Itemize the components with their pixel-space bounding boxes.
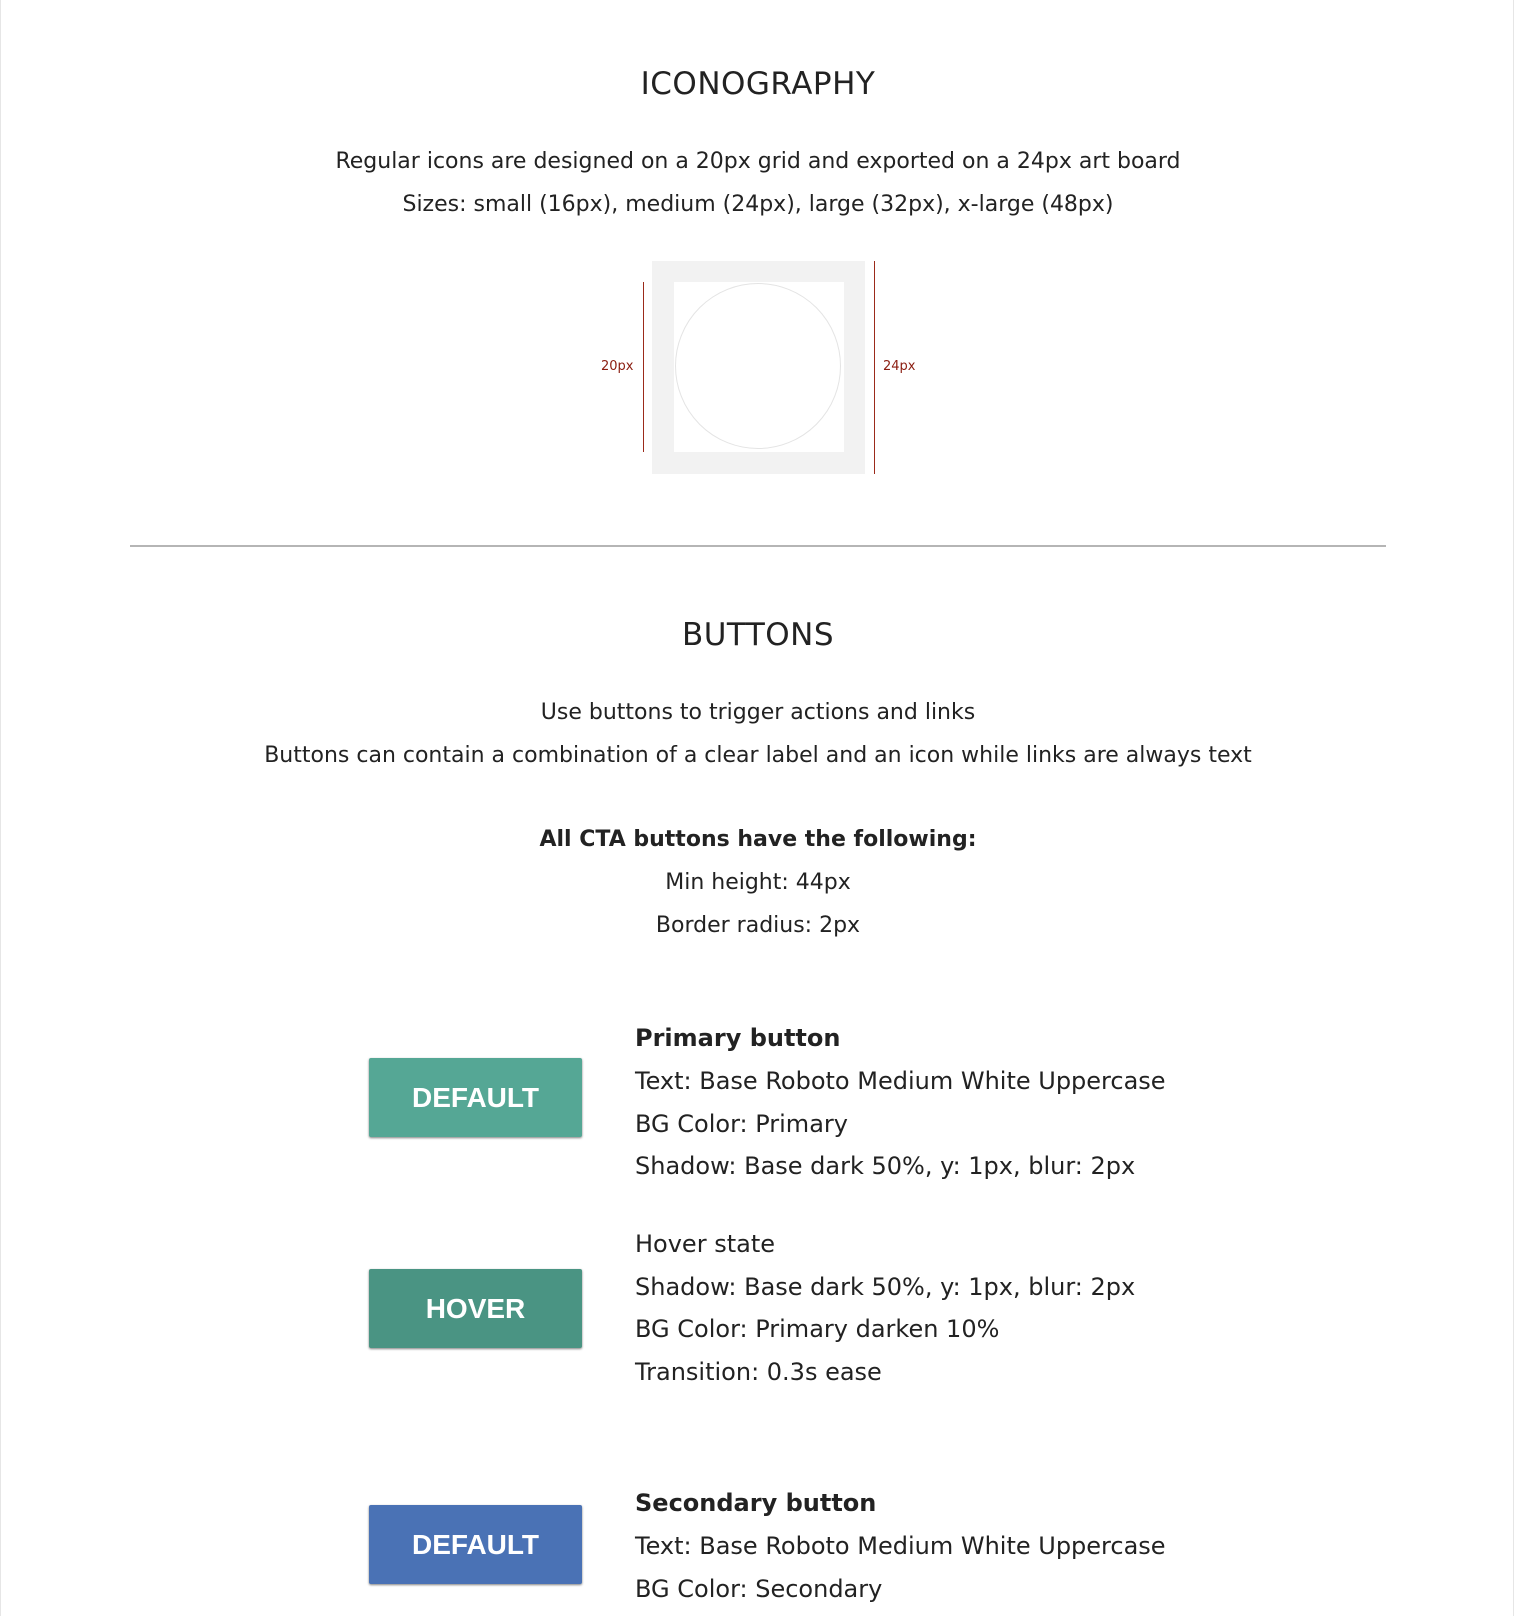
cta-spec-border-radius: Border radius: 2px	[655, 913, 861, 938]
hover-spec-heading: Hover state	[635, 1230, 775, 1258]
grid-size-label: 20px	[601, 359, 634, 374]
iconography-description-line-2: Sizes: small (16px), medium (24px), larg…	[402, 192, 1114, 217]
primary-spec-text: Text: Base Roboto Medium White Uppercase	[635, 1067, 1166, 1095]
primary-spec-shadow: Shadow: Base dark 50%, y: 1px, blur: 2px	[635, 1152, 1136, 1180]
iconography-description-line-1: Regular icons are designed on a 20px gri…	[335, 149, 1181, 174]
buttons-description-line-1: Use buttons to trigger actions and links	[540, 700, 976, 725]
cta-heading: All CTA buttons have the following:	[539, 827, 977, 852]
secondary-spec-heading: Secondary button	[635, 1489, 877, 1517]
primary-spec-heading: Primary button	[635, 1024, 841, 1052]
buttons-description-line-2: Buttons can contain a combination of a c…	[264, 743, 1252, 768]
hover-spec-transition: Transition: 0.3s ease	[635, 1358, 882, 1386]
hover-spec-bg-color: BG Color: Primary darken 10%	[635, 1315, 1000, 1343]
primary-default-button[interactable]: DEFAULT	[369, 1058, 582, 1137]
secondary-spec-bg-color: BG Color: Secondary	[635, 1575, 883, 1603]
cta-spec-min-height: Min height: 44px	[665, 870, 851, 895]
artboard-size-measure-line	[874, 261, 875, 474]
grid-size-measure-line	[643, 282, 644, 452]
icon-keyline-circle	[675, 283, 841, 449]
primary-spec-bg-color: BG Color: Primary	[635, 1110, 848, 1138]
buttons-title: BUTTONS	[681, 617, 835, 653]
iconography-title: ICONOGRAPHY	[640, 66, 876, 102]
primary-hover-button[interactable]: HOVER	[369, 1269, 582, 1348]
artboard-size-label: 24px	[883, 359, 916, 374]
secondary-spec-text: Text: Base Roboto Medium White Uppercase	[635, 1532, 1166, 1560]
secondary-default-button[interactable]: DEFAULT	[369, 1505, 582, 1584]
hover-spec-shadow: Shadow: Base dark 50%, y: 1px, blur: 2px	[635, 1273, 1136, 1301]
section-divider	[130, 545, 1386, 547]
